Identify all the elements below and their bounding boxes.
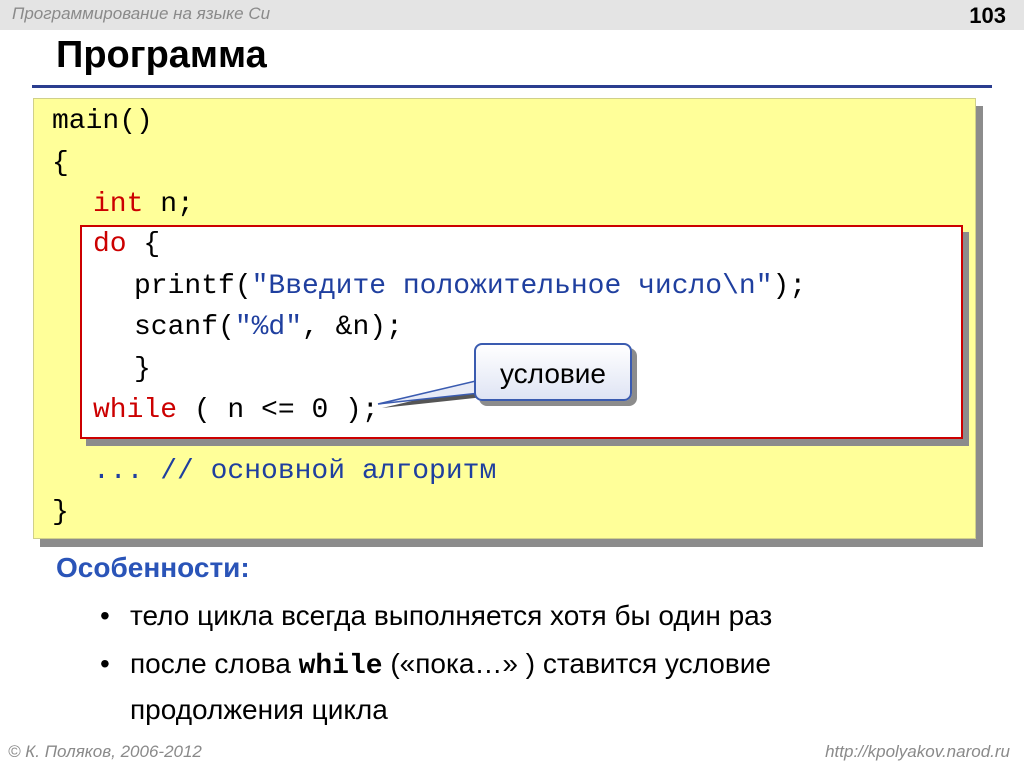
code-printf-post: ); [772, 271, 807, 302]
code-printf-string: "Введите положительное число\n" [251, 271, 773, 302]
code-while-rest: ( n <= 0 ); [177, 395, 379, 426]
bullet-1-text: тело цикла всегда выполняется хотя бы од… [130, 600, 773, 631]
title-divider [32, 85, 992, 88]
slide-title: Программа [56, 34, 267, 76]
bullet-marker: • [100, 648, 110, 679]
features-bullet-2-continued: продолжения цикла [130, 694, 388, 725]
code-line-do: do { [93, 229, 160, 261]
keyword-do: do [93, 229, 127, 260]
condition-callout: условие [474, 343, 632, 401]
keyword-int: int [93, 189, 144, 220]
code-line-scanf: scanf("%d", &n); [134, 312, 403, 344]
code-printf-pre: printf( [134, 271, 252, 302]
code-line-open-brace: { [52, 148, 69, 179]
code-scanf-post: , &n); [302, 312, 403, 343]
bullet-2-pre: после слова [130, 648, 299, 679]
footer-author: © К. Поляков, 2006-2012 [8, 742, 202, 761]
footer-url: http://kpolyakov.narod.ru [825, 742, 1010, 761]
keyword-while: while [93, 395, 178, 426]
code-line-algorithm-comment: ... // основной алгоритм [93, 456, 497, 487]
course-title: Программирование на языке Си [12, 4, 271, 23]
callout-label: условие [500, 358, 606, 389]
features-heading: Особенности: [56, 552, 250, 583]
code-line-close-brace: } [134, 354, 151, 385]
slide-number: 103 [969, 3, 1006, 28]
code-line-int: int n; [93, 189, 194, 221]
code-scanf-pre: scanf( [134, 312, 235, 343]
code-line-while: while ( n <= 0 ); [93, 395, 379, 427]
bullet-marker: • [100, 600, 110, 631]
code-scanf-string: "%d" [234, 312, 303, 343]
code-do-rest: { [126, 229, 161, 260]
code-line-printf: printf("Введите положительное число\n"); [134, 271, 806, 303]
code-line-main: main() [52, 106, 153, 137]
code-int-rest: n; [143, 189, 194, 220]
bullet-2-post: («пока…» ) ставится условие [382, 648, 771, 679]
bullet-2-code: while [298, 651, 383, 682]
code-line-end-brace: } [52, 497, 69, 528]
bullet-2-text: после слова while («пока…» ) ставится ус… [130, 648, 771, 682]
header-bar: Программирование на языке Си 103 [0, 0, 1024, 30]
